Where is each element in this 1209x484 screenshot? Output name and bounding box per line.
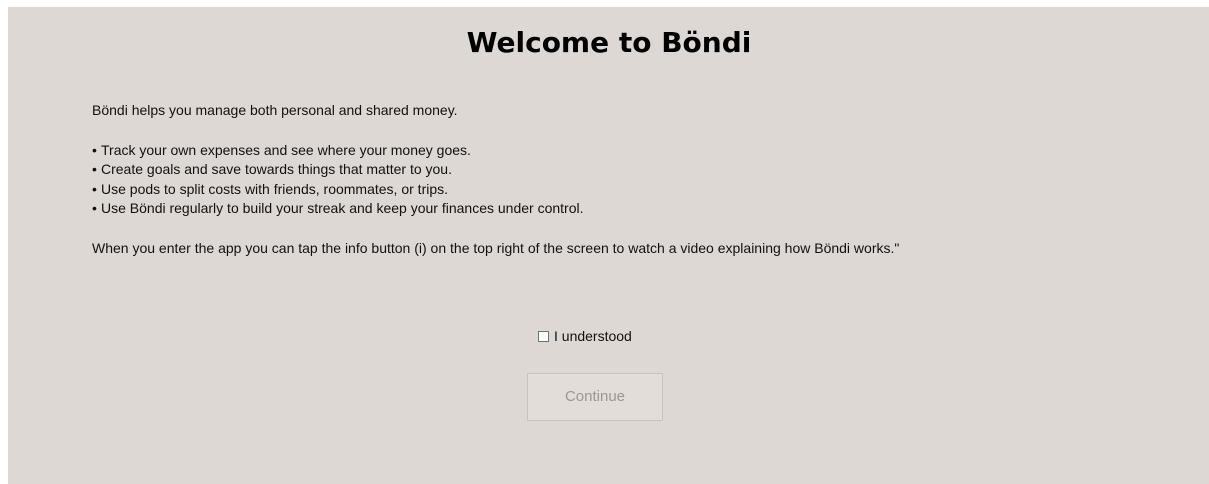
dialog-body: Böndi helps you manage both personal and…: [92, 101, 899, 258]
info-note: When you enter the app you can tap the i…: [92, 239, 900, 256]
welcome-dialog: Welcome to Böndi Böndi helps you manage …: [8, 7, 1209, 484]
continue-button[interactable]: Continue: [527, 373, 663, 421]
bullet-icon: •: [92, 180, 97, 197]
understood-checkbox[interactable]: [538, 330, 549, 342]
list-item: • Track your own expenses and see where y…: [92, 141, 899, 161]
list-item: • Use Böndi regularly to build your strea…: [92, 199, 899, 219]
bullet-icon: •: [92, 161, 97, 177]
list-item: • Use pods to split costs with friends, r…: [92, 180, 899, 200]
understood-checkbox-row[interactable]: I understood: [538, 328, 632, 344]
list-item-text: Use pods to split costs with friends, ro…: [101, 180, 449, 197]
feature-list: • Track your own expenses and see where y…: [92, 141, 899, 219]
list-item-text: Track your own expenses and see where yo…: [101, 141, 471, 158]
list-item-text: Create goals and save towards things tha…: [101, 161, 452, 177]
bullet-icon: •: [92, 141, 97, 158]
list-item: • Create goals and save towards things th…: [92, 160, 899, 180]
list-item-text: Use Böndi regularly to build your streak…: [101, 200, 584, 216]
dialog-title: Welcome to Böndi: [466, 26, 752, 59]
intro-text: Böndi helps you manage both personal and…: [92, 102, 458, 118]
understood-label[interactable]: I understood: [554, 328, 632, 344]
bullet-icon: •: [92, 200, 97, 216]
